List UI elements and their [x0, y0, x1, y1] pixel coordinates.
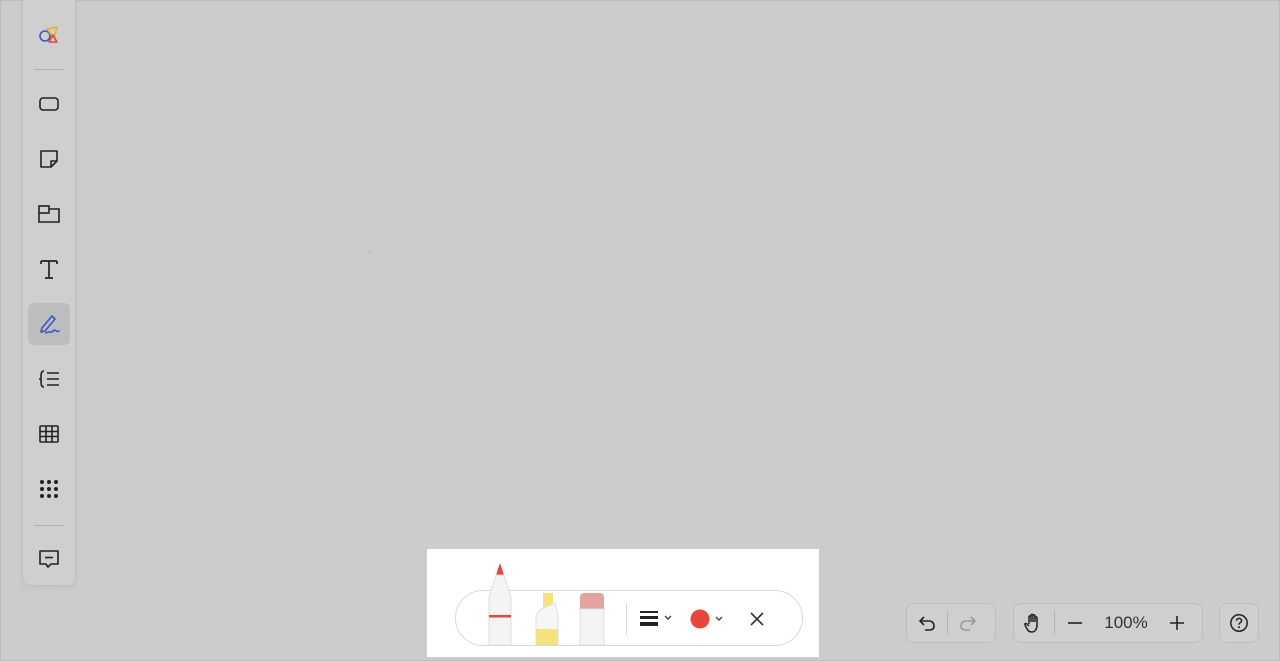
comment-icon	[37, 548, 61, 570]
history-controls	[906, 603, 996, 643]
redo-button[interactable]	[948, 604, 988, 642]
undo-button[interactable]	[907, 604, 947, 642]
canvas-dot	[369, 251, 371, 253]
plus-icon	[1170, 616, 1184, 630]
pen-option[interactable]	[488, 563, 512, 646]
shapes-logo-button[interactable]	[28, 14, 70, 56]
more-tools-button[interactable]	[28, 468, 70, 510]
sticky-note-tool-button[interactable]	[28, 138, 70, 180]
zoom-in-button[interactable]	[1157, 604, 1197, 642]
text-icon	[38, 258, 60, 280]
red-pen-icon	[488, 563, 512, 646]
toolbar-divider	[34, 69, 64, 70]
text-tool-button[interactable]	[28, 248, 70, 290]
help-control	[1219, 603, 1259, 643]
redo-icon	[960, 616, 976, 631]
zoom-out-button[interactable]	[1055, 604, 1095, 642]
pen-tool-button[interactable]	[28, 303, 70, 345]
zoom-level[interactable]: 100%	[1095, 613, 1157, 633]
close-icon	[750, 612, 764, 626]
pen-toolbar	[427, 549, 819, 657]
rectangle-tool-button[interactable]	[28, 83, 70, 125]
rectangle-icon	[38, 93, 60, 115]
stroke-width-dropdown[interactable]	[640, 610, 674, 626]
zoom-controls: 100%	[1013, 603, 1203, 643]
eraser-icon	[579, 593, 605, 646]
highlighter-icon	[535, 593, 559, 646]
mindmap-icon	[37, 368, 61, 390]
help-icon	[1230, 614, 1248, 632]
minus-icon	[1068, 622, 1082, 624]
table-tool-button[interactable]	[28, 413, 70, 455]
hand-icon	[1024, 613, 1038, 633]
eraser-option[interactable]	[579, 593, 605, 646]
mindmap-tool-button[interactable]	[28, 358, 70, 400]
undo-icon	[919, 616, 935, 631]
color-dropdown[interactable]	[690, 609, 726, 629]
frame-tool-button[interactable]	[28, 193, 70, 235]
highlighter-option[interactable]	[533, 593, 561, 646]
comment-tool-button[interactable]	[28, 538, 70, 580]
help-button[interactable]	[1220, 604, 1258, 642]
pen-toolbar-divider	[626, 603, 627, 635]
grid-dots-icon	[38, 478, 60, 500]
color-swatch-icon	[690, 609, 723, 629]
shapes-logo-icon	[37, 23, 61, 47]
stroke-width-icon	[640, 611, 672, 626]
hand-tool-button[interactable]	[1014, 604, 1054, 642]
frame-icon	[37, 203, 61, 225]
sticky-note-icon	[38, 148, 60, 170]
close-pen-toolbar-button[interactable]	[749, 611, 765, 627]
pen-toolbar-pill	[455, 563, 803, 646]
toolbar-divider	[34, 525, 64, 526]
table-icon	[38, 423, 60, 445]
left-toolbar	[22, 0, 76, 586]
pen-icon	[37, 312, 61, 336]
